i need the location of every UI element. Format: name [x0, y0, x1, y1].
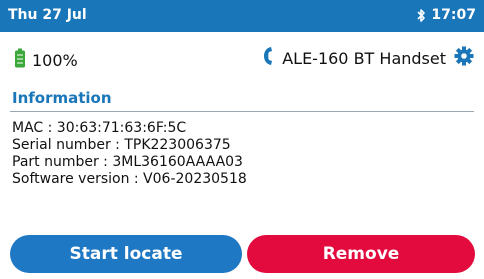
gear-icon[interactable]: [454, 46, 474, 70]
part-number: Part number : 3ML36160AAAA03: [12, 154, 243, 170]
section-divider: [10, 111, 474, 112]
remove-button[interactable]: Remove: [247, 235, 475, 273]
device-row: 100% ALE-160 BT Handset: [0, 40, 484, 76]
information-list: MAC : 30:63:71:63:6F:5C Serial number : …: [12, 120, 247, 188]
battery-level: 100%: [32, 50, 78, 70]
mac-address: MAC : 30:63:71:63:6F:5C: [12, 120, 187, 136]
status-date: Thu 27 Jul: [8, 7, 87, 23]
serial-number: Serial number : TPK223006375: [12, 137, 231, 153]
information-title: Information: [12, 89, 112, 107]
device-info: ALE-160 BT Handset: [262, 46, 474, 70]
battery-full-icon: [14, 48, 26, 72]
device-name: ALE-160 BT Handset: [282, 48, 446, 68]
bluetooth-icon: [416, 8, 426, 23]
status-time: 17:07: [431, 7, 476, 23]
software-version: Software version : V06-20230518: [12, 171, 247, 187]
status-bar: Thu 27 Jul 17:07: [0, 0, 484, 32]
start-locate-button[interactable]: Start locate: [10, 235, 242, 273]
phone-handset-icon: [262, 46, 274, 70]
status-right: 17:07: [416, 7, 476, 23]
battery-status: 100%: [14, 48, 78, 72]
